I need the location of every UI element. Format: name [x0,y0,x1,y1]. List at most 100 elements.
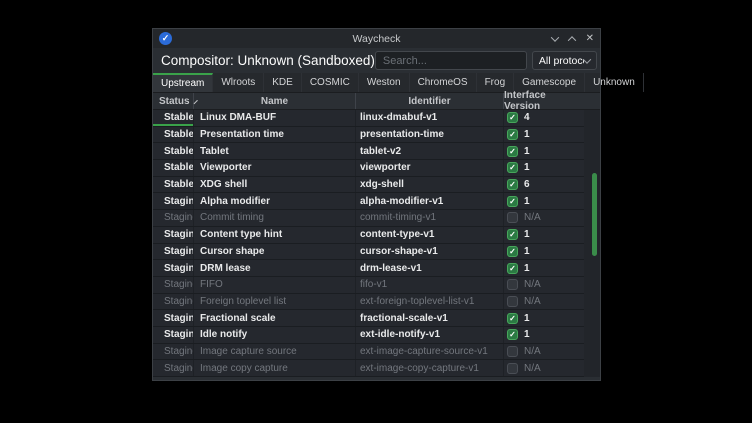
table-row[interactable]: StableLinux DMA-BUFlinux-dmabuf-v1✓4 [153,110,584,127]
cell-interface-version: ✓1 [504,160,584,176]
cell-status: Staging [153,344,194,360]
cell-name: Content type hint [194,227,356,243]
table-row[interactable]: StagingContent type hintcontent-type-v1✓… [153,227,584,244]
cell-name: FIFO [194,277,356,293]
column-header-identifier[interactable]: Identifier [356,93,504,109]
table-row[interactable]: StagingIdle notifyext-idle-notify-v1✓1 [153,327,584,344]
maximize-icon[interactable] [567,36,575,44]
cell-status: Stable [153,110,194,126]
table-row[interactable]: StagingImage copy captureext-image-copy-… [153,360,584,377]
version-value: N/A [524,363,541,374]
cell-name: Commit timing [194,210,356,226]
checkbox-unchecked-icon [507,279,518,290]
search-input[interactable] [375,51,527,70]
checkbox-checked-icon: ✓ [507,162,518,173]
cell-identifier: content-type-v1 [356,227,504,243]
table-row[interactable]: StagingForeign toplevel listext-foreign-… [153,294,584,311]
cell-identifier: xdg-shell [356,177,504,193]
close-icon[interactable]: ✕ [586,34,594,44]
cell-status: Staging [153,244,194,260]
tab-weston[interactable]: Weston [359,73,410,92]
column-header-interface-version[interactable]: Interface Version [504,93,584,109]
cell-interface-version: N/A [504,360,584,376]
cell-interface-version: ✓1 [504,227,584,243]
cell-name: Fractional scale [194,310,356,326]
tab-cosmic[interactable]: COSMIC [302,73,359,92]
table-body: StableLinux DMA-BUFlinux-dmabuf-v1✓4Stab… [153,110,600,377]
cell-identifier: linux-dmabuf-v1 [356,110,504,126]
cell-interface-version: ✓1 [504,127,584,143]
cell-identifier: cursor-shape-v1 [356,244,504,260]
table-header: Status Name Identifier Interface Version [153,93,600,110]
table-row[interactable]: StagingCursor shapecursor-shape-v1✓1 [153,244,584,261]
cell-name: Alpha modifier [194,193,356,209]
table-row[interactable]: StableXDG shellxdg-shell✓6 [153,177,584,194]
version-value: 1 [524,246,530,257]
checkbox-checked-icon: ✓ [507,229,518,240]
version-value: 1 [524,129,530,140]
cell-name: Linux DMA-BUF [194,110,356,126]
tab-kde[interactable]: KDE [264,73,302,92]
checkbox-unchecked-icon [507,363,518,374]
checkbox-checked-icon: ✓ [507,313,518,324]
cell-identifier: drm-lease-v1 [356,260,504,276]
checkbox-checked-icon: ✓ [507,179,518,190]
title-bar[interactable]: ✓ Waycheck ✕ [153,29,600,48]
table-row[interactable]: StagingImage capture sourceext-image-cap… [153,344,584,361]
cell-interface-version: ✓6 [504,177,584,193]
checkbox-checked-icon: ✓ [507,263,518,274]
cell-interface-version: ✓1 [504,143,584,159]
cell-interface-version: ✓1 [504,310,584,326]
cell-interface-version: N/A [504,294,584,310]
cell-status: Staging [153,193,194,209]
table-row[interactable]: StableViewporterviewporter✓1 [153,160,584,177]
checkbox-checked-icon: ✓ [507,329,518,340]
table-row[interactable]: StagingCommit timingcommit-timing-v1 N/A [153,210,584,227]
column-header-status[interactable]: Status [153,93,194,109]
column-header-name[interactable]: Name [194,93,356,109]
version-value: 1 [524,263,530,274]
cell-status: Staging [153,294,194,310]
cell-name: Presentation time [194,127,356,143]
protocol-filter-value: All protocols [539,55,584,67]
vertical-scrollbar-thumb[interactable] [592,173,597,256]
cell-interface-version: N/A [504,210,584,226]
cell-interface-version: N/A [504,344,584,360]
cell-interface-version: ✓1 [504,260,584,276]
table-row[interactable]: StagingFractional scalefractional-scale-… [153,310,584,327]
tab-unknown[interactable]: Unknown [585,73,644,92]
tab-upstream[interactable]: Upstream [153,73,213,92]
cell-interface-version: ✓4 [504,110,584,126]
table-row[interactable]: StagingAlpha modifieralpha-modifier-v1✓1 [153,193,584,210]
compositor-label: Compositor: Unknown (Sandboxed) [161,53,375,68]
cell-status: Staging [153,260,194,276]
cell-identifier: alpha-modifier-v1 [356,193,504,209]
tab-chromeos[interactable]: ChromeOS [410,73,477,92]
version-value: 1 [524,146,530,157]
cell-status: Stable [153,127,194,143]
cell-status: Staging [153,360,194,376]
cell-name: Image capture source [194,344,356,360]
cell-interface-version: N/A [504,277,584,293]
cell-identifier: presentation-time [356,127,504,143]
cell-identifier: ext-foreign-toplevel-list-v1 [356,294,504,310]
cell-identifier: ext-image-copy-capture-v1 [356,360,504,376]
version-value: 1 [524,329,530,340]
tab-wlroots[interactable]: Wlroots [213,73,264,92]
checkbox-checked-icon: ✓ [507,112,518,123]
cell-status: Staging [153,277,194,293]
minimize-icon[interactable] [550,33,558,41]
cell-identifier: ext-idle-notify-v1 [356,327,504,343]
column-header-interface-version-label: Interface Version [504,90,584,112]
checkbox-checked-icon: ✓ [507,146,518,157]
cell-interface-version: ✓1 [504,244,584,260]
cell-identifier: commit-timing-v1 [356,210,504,226]
version-value: N/A [524,212,541,223]
protocol-filter-dropdown[interactable]: All protocols [532,51,597,70]
table-row[interactable]: StagingFIFOfifo-v1N/A [153,277,584,294]
table-row[interactable]: StableTablettablet-v2✓1 [153,143,584,160]
version-value: N/A [524,346,541,357]
table-row[interactable]: StagingDRM leasedrm-lease-v1✓1 [153,260,584,277]
table-row[interactable]: StablePresentation timepresentation-time… [153,127,584,144]
cell-status: Staging [153,210,194,226]
